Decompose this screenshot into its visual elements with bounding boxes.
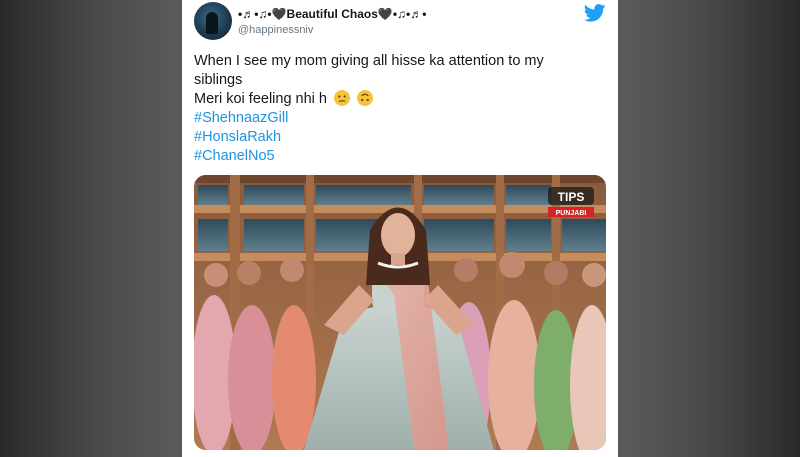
tweet-header: •♬•♫•🖤Beautiful Chaos🖤•♫•♬• @happinessni…	[194, 2, 606, 44]
hashtag-link[interactable]: #ChanelNo5	[194, 147, 604, 166]
tweet-text-line: When I see my mom giving all hisse ka at…	[194, 53, 544, 69]
hashtag-link[interactable]: #HonslaRakh	[194, 128, 604, 147]
tweet-text-line-with-emoji: Meri koi feeling nhi h	[194, 90, 604, 109]
tweet-body: When I see my mom giving all hisse ka at…	[194, 52, 604, 166]
upside-down-face-icon	[357, 90, 374, 106]
tips-logo-text: TIPS	[558, 190, 585, 204]
confused-face-icon	[334, 90, 351, 106]
author-display-name[interactable]: •♬•♫•🖤Beautiful Chaos🖤•♫•♬•	[238, 7, 426, 21]
hashtag-link[interactable]: #ShehnaazGill	[194, 109, 604, 128]
tweet-text-line: Meri koi feeling nhi h	[194, 91, 327, 107]
punjabi-logo-text: PUNJABI	[556, 210, 587, 217]
avatar[interactable]	[194, 2, 232, 40]
tweet-text-line: siblings	[194, 72, 243, 88]
tweet-card: •♬•♫•🖤Beautiful Chaos🖤•♫•♬• @happinessni…	[182, 0, 618, 457]
tips-punjabi-logo: TIPS PUNJABI	[548, 187, 594, 217]
tweet-media-image[interactable]: TIPS PUNJABI	[194, 175, 606, 450]
dance-scene-image	[194, 175, 606, 450]
twitter-bird-icon[interactable]	[584, 4, 606, 22]
author-handle[interactable]: @happinessniv	[238, 24, 313, 36]
